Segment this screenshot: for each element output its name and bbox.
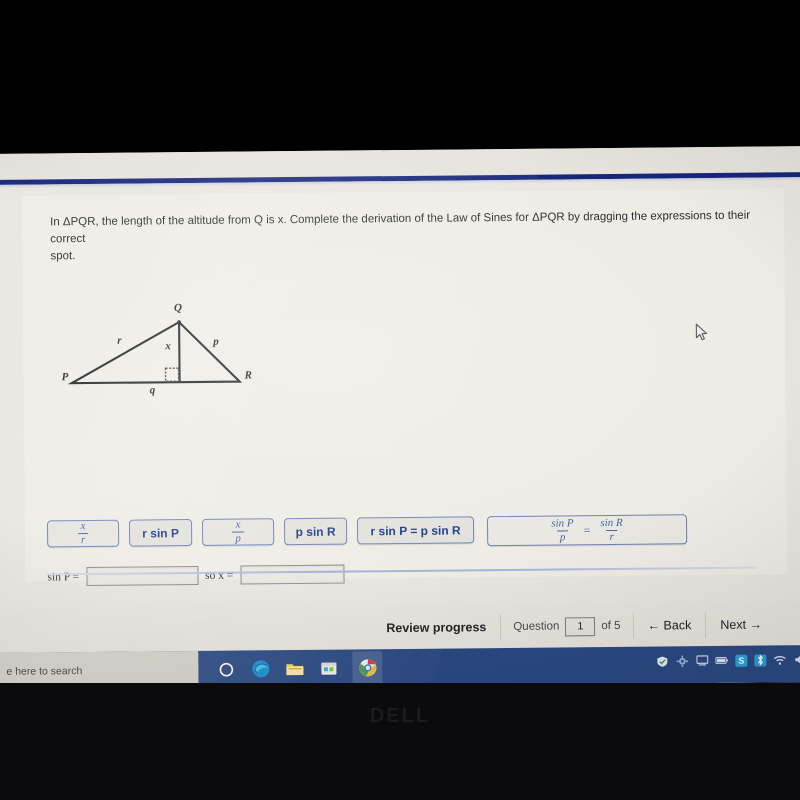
fraction-numerator: sin P (551, 516, 574, 530)
draggable-tile-x-over-r[interactable]: x r (46, 519, 120, 548)
draggable-tile-r-sinp-equals-p-sinr[interactable]: r sin P = p sin R (356, 516, 475, 545)
file-explorer-icon[interactable] (284, 658, 304, 678)
bluetooth-icon[interactable] (754, 654, 767, 667)
question-counter-label: Question (513, 620, 560, 633)
back-button[interactable]: ← Back (633, 609, 705, 642)
triangle-figure: P Q R r p q x (61, 302, 262, 400)
microsoft-store-icon[interactable] (318, 658, 338, 678)
laptop-bezel-bottom (0, 683, 800, 800)
security-shield-icon[interactable] (655, 654, 668, 667)
laptop-screen: In ΔPQR, the length of the altitude from… (0, 146, 800, 690)
chrome-browser-icon[interactable] (352, 651, 383, 685)
cortana-icon[interactable] (216, 659, 236, 679)
expression-tile-tray: x r r sin P x p p sin R r sin P = p sin … (46, 513, 777, 552)
vertex-q-dot (177, 320, 181, 325)
taskbar-pinned-apps (198, 651, 383, 686)
fraction-denominator: r (606, 529, 617, 543)
figure-label-side-p: p (213, 335, 219, 348)
right-angle-mark-icon (164, 367, 180, 382)
fraction-denominator: p (232, 531, 244, 545)
fraction-x-over-r: x r (77, 520, 89, 547)
next-button[interactable]: Next → (706, 608, 776, 641)
question-card: In ΔPQR, the length of the altitude from… (21, 188, 788, 672)
draggable-tile-r-sin-p[interactable]: r sin P (128, 519, 193, 547)
fraction-denominator: r (77, 533, 89, 547)
fraction-numerator: x (80, 520, 86, 533)
volume-icon[interactable] (793, 653, 800, 666)
question-total-label: of 5 (601, 619, 621, 633)
fraction-x-over-p: x p (232, 518, 244, 545)
tile-label: r sin P (142, 525, 180, 540)
battery-icon[interactable] (715, 654, 728, 667)
fraction-numerator: sin R (600, 516, 623, 529)
edge-browser-icon[interactable] (250, 659, 270, 679)
wifi-icon[interactable] (773, 653, 786, 666)
tile-label: r sin P = p sin R (370, 522, 461, 538)
draggable-tile-p-sin-r[interactable]: p sin R (283, 517, 348, 546)
skype-icon[interactable]: S (735, 654, 748, 667)
system-tray: S (655, 653, 800, 667)
figure-label-altitude-x: x (165, 340, 171, 353)
fraction-sinp-over-p: sin P p (548, 516, 577, 544)
laptop-photo: In ΔPQR, the length of the altitude from… (0, 0, 800, 800)
draggable-tile-law-of-sines[interactable]: sin P p = sin R r (486, 514, 688, 547)
question-number-input[interactable]: 1 (565, 616, 596, 636)
draggable-tile-x-over-p[interactable]: x p (201, 518, 275, 546)
review-progress-button[interactable]: Review progress (372, 611, 500, 644)
tile-label: p sin R (295, 524, 336, 539)
triangle-svg (67, 320, 243, 385)
question-instructions: In ΔPQR, the length of the altitude from… (50, 208, 765, 266)
instructions-line-2: spot. (50, 250, 76, 263)
answer-row-sin-p: sin P = so x = (47, 564, 351, 587)
figure-label-side-r: r (117, 334, 122, 347)
fraction-numerator: x (235, 518, 241, 531)
instructions-line-1: In ΔPQR, the length of the altitude from… (50, 209, 751, 246)
equals-sign: = (583, 522, 591, 537)
drop-target-x-from-sin-p[interactable] (240, 564, 345, 585)
fraction-denominator: p (556, 529, 569, 544)
drop-target-sin-p-expression[interactable] (86, 565, 199, 587)
dell-brand-logo: DELL (369, 705, 431, 727)
settings-gear-icon[interactable] (675, 654, 688, 667)
figure-label-q: Q (173, 302, 182, 315)
fraction-sinr-over-r: sin R r (597, 516, 626, 543)
figure-label-p: P (61, 371, 69, 384)
display-icon[interactable] (695, 654, 708, 667)
altitude-segment (178, 322, 181, 383)
search-placeholder-text: e here to search (6, 664, 83, 678)
question-counter: Question 1 of 5 (501, 616, 632, 636)
figure-label-side-q: q (149, 384, 156, 397)
laptop-bezel-top (0, 0, 800, 152)
triangle-outline (67, 320, 243, 385)
figure-label-r: R (244, 369, 252, 382)
mouse-cursor (695, 323, 709, 347)
